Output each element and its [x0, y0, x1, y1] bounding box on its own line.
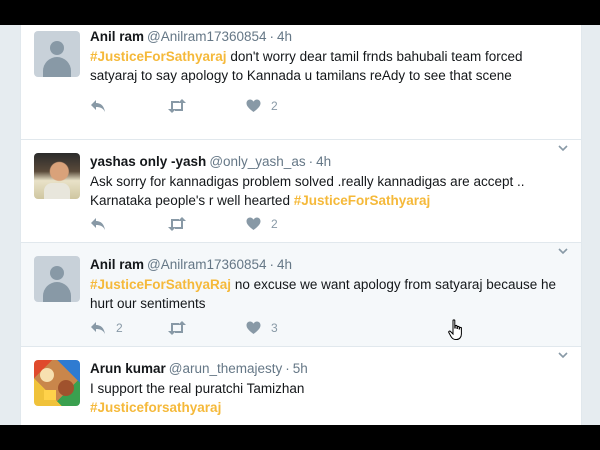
tweet-timestamp[interactable]: 4h	[277, 257, 292, 272]
hand-pointer-cursor	[448, 319, 464, 341]
user-fullname[interactable]: yashas only -yash	[90, 154, 206, 169]
timeline-frame: Anil ram @Anilram17360854 · 4h #JusticeForS…	[0, 25, 600, 425]
retweet-button[interactable]	[167, 98, 197, 114]
tweet[interactable]: Anil ram @Anilram17360854 · 4h #JusticeForS…	[21, 243, 581, 347]
hashtag-link[interactable]: #JusticeForSathyaRaj	[90, 277, 231, 292]
tweet-text: #JusticeForSathyaRaj no excuse we want a…	[90, 275, 567, 313]
tweet-content: Anil ram @Anilram17360854 · 4h #JusticeForS…	[90, 28, 567, 85]
reply-count: 2	[116, 321, 123, 335]
tweet-actions: 2 3	[90, 320, 390, 336]
user-fullname[interactable]: Arun kumar	[90, 361, 166, 376]
user-handle[interactable]: @Anilram17360854	[147, 257, 267, 272]
retweet-icon	[167, 99, 187, 113]
tweet-header: Anil ram @Anilram17360854 · 4h	[90, 256, 567, 274]
like-count: 2	[271, 99, 278, 113]
tweet-actions: 2	[90, 98, 390, 114]
default-avatar[interactable]	[34, 256, 80, 302]
chevron-down-icon[interactable]	[557, 245, 569, 257]
chevron-down-icon[interactable]	[557, 349, 569, 361]
tweet-stream: Anil ram @Anilram17360854 · 4h #JusticeForS…	[20, 25, 582, 425]
tweet-content: yashas only -yash @only_yash_as · 4h Ask so…	[90, 153, 567, 210]
reply-icon	[90, 99, 106, 113]
user-handle[interactable]: @only_yash_as	[209, 154, 305, 169]
user-handle[interactable]: @Anilram17360854	[147, 29, 267, 44]
separator-dot: ·	[308, 154, 314, 169]
user-handle[interactable]: @arun_themajesty	[169, 361, 283, 376]
retweet-button[interactable]	[167, 320, 197, 336]
like-button[interactable]: 2	[246, 98, 278, 114]
default-avatar[interactable]	[34, 31, 80, 77]
tweet[interactable]: Arun kumar @arun_themajesty · 5h I support …	[21, 347, 581, 425]
tweet-timestamp[interactable]: 4h	[316, 154, 331, 169]
like-count: 3	[271, 321, 278, 335]
tweet-timestamp[interactable]: 4h	[277, 29, 292, 44]
tweet-header: Anil ram @Anilram17360854 · 4h	[90, 28, 567, 46]
tweet-text-body: I support the real puratchi Tamizhan	[90, 381, 305, 396]
reply-button[interactable]	[90, 216, 116, 232]
retweet-icon	[167, 321, 187, 335]
reply-icon	[90, 217, 106, 231]
user-fullname[interactable]: Anil ram	[90, 29, 144, 44]
tweet[interactable]: yashas only -yash @only_yash_as · 4h Ask so…	[21, 140, 581, 243]
photo-avatar[interactable]	[34, 153, 80, 199]
hashtag-link[interactable]: #Justiceforsathyaraj	[90, 400, 221, 415]
tweet-header: yashas only -yash @only_yash_as · 4h	[90, 153, 567, 171]
heart-icon	[246, 99, 261, 113]
hashtag-link[interactable]: #JusticeForSathyaraj	[294, 193, 431, 208]
tweet-timestamp[interactable]: 5h	[293, 361, 308, 376]
tweet[interactable]: Anil ram @Anilram17360854 · 4h #JusticeForS…	[21, 25, 581, 140]
reply-icon	[90, 321, 106, 335]
separator-dot: ·	[269, 29, 275, 44]
heart-icon	[246, 217, 261, 231]
chevron-down-icon[interactable]	[557, 142, 569, 154]
heart-icon	[246, 321, 261, 335]
tweet-actions: 2	[90, 216, 390, 232]
tweet-content: Arun kumar @arun_themajesty · 5h I support …	[90, 360, 567, 417]
reply-button[interactable]	[90, 98, 116, 114]
reply-button[interactable]: 2	[90, 320, 123, 336]
retweet-button[interactable]	[167, 216, 197, 232]
hashtag-link[interactable]: #JusticeForSathyaraj	[90, 49, 227, 64]
separator-dot: ·	[269, 257, 275, 272]
tweet-header: Arun kumar @arun_themajesty · 5h	[90, 360, 567, 378]
user-fullname[interactable]: Anil ram	[90, 257, 144, 272]
like-count: 2	[271, 217, 278, 231]
separator-dot: ·	[285, 361, 290, 376]
like-button[interactable]: 2	[246, 216, 278, 232]
collage-avatar[interactable]	[34, 360, 80, 406]
tweet-text: I support the real puratchi Tamizhan #Jus…	[90, 379, 567, 417]
retweet-icon	[167, 217, 187, 231]
tweet-text: #JusticeForSathyaraj don't worry dear ta…	[90, 47, 567, 85]
tweet-text: Ask sorry for kannadigas problem solved …	[90, 172, 567, 210]
like-button[interactable]: 3	[246, 320, 278, 336]
tweet-content: Anil ram @Anilram17360854 · 4h #JusticeForS…	[90, 256, 567, 313]
